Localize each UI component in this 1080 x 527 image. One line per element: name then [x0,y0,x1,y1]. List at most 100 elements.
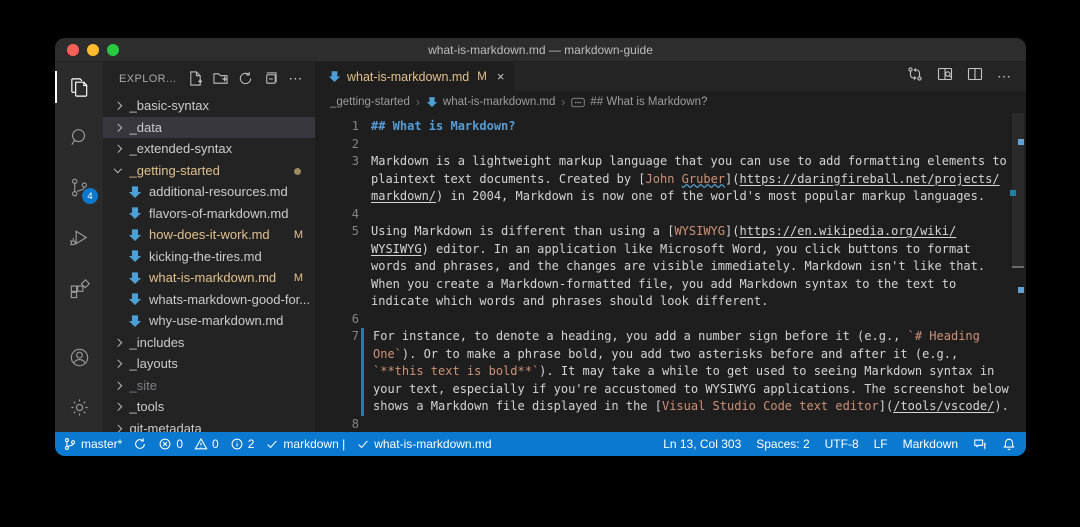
tree-item-whats-markdown-good-for-[interactable]: whats-markdown-good-for... [103,289,315,311]
refresh-button[interactable] [238,71,253,86]
more-actions-button[interactable]: ⋯ [288,70,303,87]
extensions-icon [68,276,91,299]
code-text: plaintext text documents. Created by [Jo… [371,171,1000,189]
status-sync[interactable] [133,437,147,451]
gutter-spacer [359,206,371,224]
title-bar: what-is-markdown.md — markdown-guide [55,38,1026,62]
minimize-window-button[interactable] [87,44,99,56]
open-preview-icon[interactable] [937,66,953,87]
editor-line-5-4: When you create a Markdown-formatted fil… [315,276,1026,294]
collapse-all-button[interactable] [263,71,278,86]
tree-item-label: additional-resources.md [149,184,288,199]
status-warnings[interactable]: 0 [194,437,219,451]
tree-item-label: flavors-of-markdown.md [149,206,288,221]
sync-icon [133,437,147,451]
activity-accounts[interactable] [55,332,103,382]
close-window-button[interactable] [67,44,79,56]
status-errors[interactable]: 0 [158,437,183,451]
open-changes-icon[interactable] [907,66,923,87]
gutter-spacer [359,136,371,154]
tree-item-flavors-of-markdown-md[interactable]: flavors-of-markdown.md [103,203,315,225]
editor-actions: ⋯ [907,62,1026,91]
status-notifications[interactable] [1002,437,1016,451]
activity-explorer[interactable] [55,62,103,112]
more-editor-actions-icon[interactable]: ⋯ [997,68,1012,85]
chevron-right-icon [114,424,122,432]
status-git-branch[interactable]: master* [63,437,122,451]
split-editor-icon[interactable] [967,66,983,87]
tree-item-git-metadata[interactable]: git-metadata [103,418,315,433]
check-icon [265,437,279,451]
editor-line-8: 8 [315,416,1026,433]
breadcrumb-symbol[interactable]: ## What is Markdown? [590,96,707,108]
status-encoding[interactable]: UTF-8 [825,437,859,451]
tree-item-kicking-the-tires-md[interactable]: kicking-the-tires.md [103,246,315,268]
tree-item--tools[interactable]: _tools [103,396,315,418]
tree-item-label: what-is-markdown.md [149,270,276,285]
tab-what-is-markdown[interactable]: what-is-markdown.md M × [315,62,514,91]
activity-source-control[interactable]: 4 [55,162,103,212]
activity-bar: 4 [55,62,103,432]
editor-line-5-3: words and phrases, and the changes are v… [315,258,1026,276]
tree-item--includes[interactable]: _includes [103,332,315,354]
warning-icon [194,437,208,451]
line-number: 2 [315,136,359,154]
chevron-right-icon [114,123,122,131]
gutter-spacer [359,311,371,329]
tree-item--basic-syntax[interactable]: _basic-syntax [103,95,315,117]
tree-item-label: why-use-markdown.md [149,313,283,328]
code-text: WYSIWYG) editor. In an application like … [371,241,971,259]
status-eol[interactable]: LF [874,437,888,451]
tree-item-why-use-markdown-md[interactable]: why-use-markdown.md [103,310,315,332]
chevron-right-icon [114,381,122,389]
new-file-button[interactable] [188,71,203,86]
tree-item--data[interactable]: _data [103,117,315,139]
tree-item--getting-started[interactable]: _getting-started [103,160,315,182]
file-tree: _basic-syntax_data_extended-syntax_getti… [103,95,315,432]
chevron-right-icon: › [561,95,565,109]
status-label: master* [81,437,122,451]
status-feedback[interactable] [973,437,987,451]
gutter-spacer [359,258,371,276]
tab-close-icon[interactable]: × [497,69,505,84]
activity-extensions[interactable] [55,262,103,312]
search-icon [68,126,91,149]
status-lint-markdown[interactable]: markdown | [265,437,345,451]
tree-item--extended-syntax[interactable]: _extended-syntax [103,138,315,160]
activity-search[interactable] [55,112,103,162]
breadcrumb-folder[interactable]: _getting-started [330,96,410,108]
code-text: markdown/) in 2004, Markdown is now one … [371,188,985,206]
editor-line-7-1: 7For instance, to denote a heading, you … [315,328,1026,346]
tree-item-label: git-metadata [130,421,202,432]
new-folder-button[interactable] [213,71,228,86]
line-number [315,276,359,294]
status-label: what-is-markdown.md [374,437,491,451]
tree-item--layouts[interactable]: _layouts [103,353,315,375]
tree-item-additional-resources-md[interactable]: additional-resources.md [103,181,315,203]
tab-bar: what-is-markdown.md M × ⋯ [315,62,1026,91]
status-lint-file[interactable]: what-is-markdown.md [356,437,491,451]
status-infos[interactable]: 2 [230,437,255,451]
status-cursor-position[interactable]: Ln 13, Col 303 [663,437,741,451]
status-language-mode[interactable]: Markdown [903,437,958,451]
status-label: LF [874,437,888,451]
line-number [315,188,359,206]
activity-run-debug[interactable] [55,212,103,262]
editor-content[interactable]: 1## What is Markdown?23Markdown is a lig… [315,113,1026,432]
overview-ruler-marker [1010,190,1016,196]
tree-item--site[interactable]: _site [103,375,315,397]
tree-item-how-does-it-work-md[interactable]: how-does-it-work.mdM [103,224,315,246]
tree-item-what-is-markdown-md[interactable]: what-is-markdown.mdM [103,267,315,289]
files-icon [68,76,91,99]
markdown-file-icon [128,292,142,306]
breadcrumb: _getting-started › what-is-markdown.md ›… [315,91,1026,113]
activity-settings[interactable] [55,382,103,432]
zoom-window-button[interactable] [107,44,119,56]
status-indentation[interactable]: Spaces: 2 [756,437,809,451]
traffic-lights [67,44,119,56]
breadcrumb-file[interactable]: what-is-markdown.md [443,96,555,108]
code-text: shows a Markdown file displayed in the [… [373,398,1009,416]
account-icon [68,346,91,369]
code-text: When you create a Markdown-formatted fil… [371,276,956,294]
markdown-file-icon [128,271,142,285]
